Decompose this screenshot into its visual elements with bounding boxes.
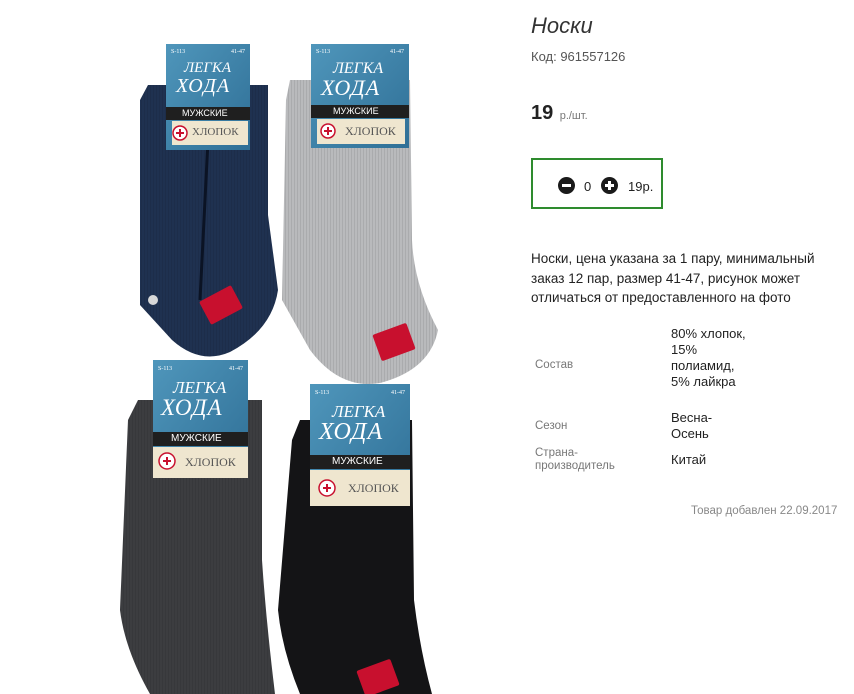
attr-label-country: Страна-производитель [535,447,615,472]
product-description: Носки, цена указана за 1 пару, минимальн… [531,251,815,305]
plus-icon-vertical [608,181,611,190]
added-date: Товар добавлен 22.09.2017 [691,505,838,517]
quantity-selector: 0 19р. [531,158,663,209]
price-value: 19 [531,102,554,124]
product-photo[interactable]: S-113 41-47 ЛЕГКА ХОДА МУЖСКИЕ ХЛОПОК S-… [0,0,510,694]
label-3-size: 41-47 [229,366,243,372]
product-code: Код: 961557126 [531,49,626,64]
product-title: Носки [531,13,593,38]
price-unit: р./шт. [559,110,588,122]
label-1-size: 41-47 [231,49,245,55]
label-2-gender: МУЖСКИЕ [333,106,379,116]
attr-label-season: Сезон [535,420,568,432]
label-1-brand-bottom: ХОДА [176,75,231,97]
quantity-total: 19р. [628,179,654,194]
attr-label-composition: Состав [535,359,574,371]
attr-value-season: Весна-Осень [671,410,713,441]
label-1-gender: МУЖСКИЕ [182,108,228,118]
label-4-brand-bottom: ХОДА [319,419,384,445]
label-3-material: ХЛОПОК [185,455,236,469]
label-3-model: S-113 [158,366,173,372]
label-1-model: S-113 [171,49,186,55]
label-4-model: S-113 [315,390,330,396]
product-info: Носки Код: 961557126 19 р./шт. 0 19р. Но… [531,0,854,694]
attr-value-composition: 80% хлопок, 15% полиамид, 5% лайкра [671,326,746,389]
quantity-value: 0 [584,179,592,194]
label-3-brand-bottom: ХОДА [161,395,223,420]
label-4-size: 41-47 [391,390,405,396]
increase-quantity-button[interactable] [601,177,618,194]
minus-icon [562,184,571,187]
label-2-size: 41-47 [390,49,404,55]
product-price: 19 р./шт. [531,102,588,125]
label-1-material: ХЛОПОК [192,126,239,138]
label-3-gender: МУЖСКИЕ [171,433,222,444]
decrease-quantity-button[interactable] [558,177,575,194]
attr-value-country: Китай [671,452,707,467]
label-2-material: ХЛОПОК [345,124,396,138]
socks-illustration [120,44,438,694]
label-4-material: ХЛОПОК [348,481,399,495]
label-4-gender: МУЖСКИЕ [332,456,383,467]
label-2-brand-bottom: ХОДА [321,75,381,100]
label-2-model: S-113 [316,49,331,55]
